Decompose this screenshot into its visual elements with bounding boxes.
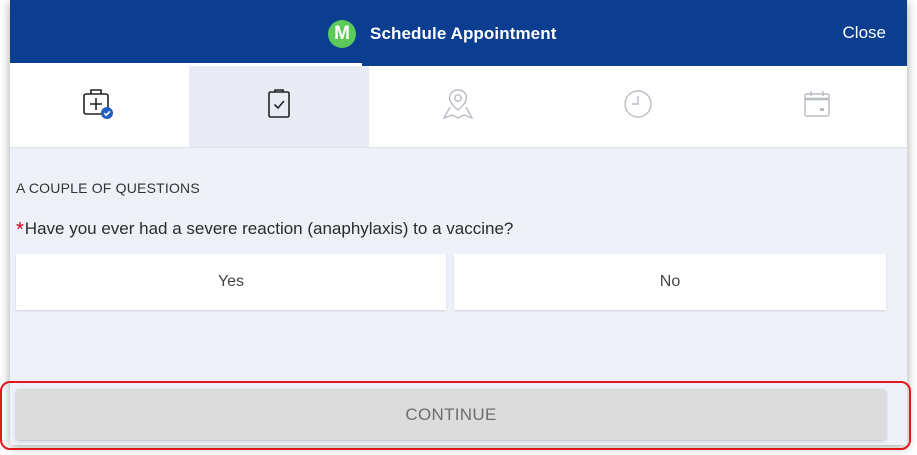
close-button[interactable]: Close [843, 23, 886, 43]
step-location[interactable] [369, 66, 548, 147]
header-title-group: M Schedule Appointment [328, 20, 557, 48]
avatar: M [328, 20, 356, 48]
question-label: *Have you ever had a severe reaction (an… [16, 219, 513, 242]
step-questions[interactable] [189, 66, 369, 147]
medical-kit-check-icon [80, 84, 120, 129]
calendar-icon [800, 87, 834, 126]
step-navigation [10, 66, 907, 148]
no-button[interactable]: No [454, 254, 886, 310]
modal-title: Schedule Appointment [370, 24, 557, 43]
step-medical-info[interactable] [10, 66, 189, 147]
modal-header: M Schedule Appointment Close [10, 0, 907, 66]
step-time[interactable] [548, 66, 727, 147]
step-date[interactable] [728, 66, 907, 147]
clock-icon [621, 87, 655, 126]
clipboard-check-icon [263, 87, 295, 126]
required-marker: * [16, 219, 24, 241]
map-location-icon [440, 86, 476, 127]
schedule-appointment-modal: M Schedule Appointment Close A COUPLE OF… [10, 0, 907, 445]
section-heading: A COUPLE OF QUESTIONS [16, 180, 200, 196]
continue-button[interactable]: CONTINUE [16, 389, 886, 440]
question-text: Have you ever had a severe reaction (ana… [24, 219, 514, 238]
yes-button[interactable]: Yes [16, 254, 446, 310]
